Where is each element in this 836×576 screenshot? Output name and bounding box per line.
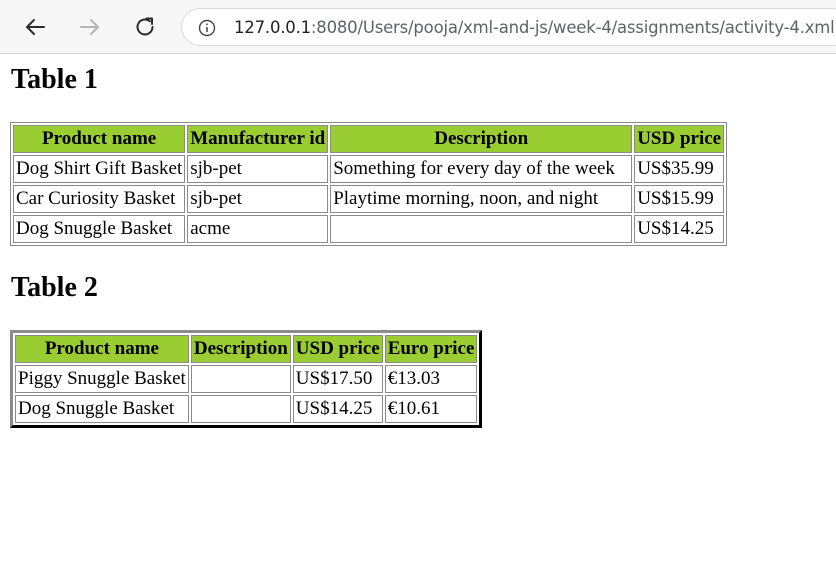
table-cell: US$35.99	[634, 155, 725, 183]
table-cell: US$17.50	[292, 365, 383, 393]
address-bar[interactable]: 127.0.0.1:8080/Users/pooja/xml-and-js/we…	[181, 8, 836, 46]
table1: Product name Manufacturer id Description…	[10, 122, 728, 246]
table-row: Dog Snuggle Basket acme US$14.25	[13, 215, 725, 243]
column-header: USD price	[292, 335, 383, 363]
table-cell: sjb-pet	[187, 155, 329, 183]
table-cell: acme	[187, 215, 329, 243]
table-cell	[190, 365, 291, 393]
table-cell: €13.03	[384, 365, 478, 393]
column-header: Description	[190, 335, 291, 363]
table-cell: Dog Snuggle Basket	[15, 395, 189, 423]
column-header: Manufacturer id	[187, 125, 329, 153]
info-icon[interactable]	[198, 19, 216, 37]
table-cell: Something for every day of the week	[330, 155, 633, 183]
column-header: Product name	[13, 125, 186, 153]
table-cell: US$14.25	[634, 215, 725, 243]
forward-button[interactable]	[74, 11, 106, 43]
back-arrow-icon	[26, 19, 45, 35]
table2-heading: Table 2	[11, 272, 98, 303]
table-cell: Dog Snuggle Basket	[13, 215, 186, 243]
table-cell: Piggy Snuggle Basket	[15, 365, 189, 393]
table2: Product name Description USD price Euro …	[10, 330, 483, 428]
table-header-row: Product name Manufacturer id Description…	[13, 125, 725, 153]
back-button[interactable]	[19, 11, 51, 43]
table-cell	[330, 215, 633, 243]
table-cell: US$15.99	[634, 185, 725, 213]
forward-arrow-icon	[80, 19, 99, 35]
column-header: Description	[330, 125, 633, 153]
url-path: :8080/Users/pooja/xml-and-js/week-4/assi…	[310, 18, 835, 37]
table-cell	[190, 395, 291, 423]
url-host: 127.0.0.1	[234, 18, 311, 37]
table-row: Dog Snuggle Basket US$14.25 €10.61	[15, 395, 478, 423]
table1-heading: Table 1	[11, 64, 98, 95]
table-row: Dog Shirt Gift Basket sjb-pet Something …	[13, 155, 725, 183]
table-cell: US$14.25	[292, 395, 383, 423]
reload-button[interactable]	[129, 11, 161, 43]
table-cell: €10.61	[384, 395, 478, 423]
table-cell: Playtime morning, noon, and night	[330, 185, 633, 213]
table-row: Piggy Snuggle Basket US$17.50 €13.03	[15, 365, 478, 393]
table-cell: sjb-pet	[187, 185, 329, 213]
reload-icon	[136, 17, 154, 36]
column-header: Product name	[15, 335, 189, 363]
browser-toolbar: 127.0.0.1:8080/Users/pooja/xml-and-js/we…	[0, 0, 836, 54]
column-header: USD price	[634, 125, 725, 153]
url-text[interactable]: 127.0.0.1:8080/Users/pooja/xml-and-js/we…	[234, 18, 835, 37]
table-row: Car Curiosity Basket sjb-pet Playtime mo…	[13, 185, 725, 213]
table-cell: Dog Shirt Gift Basket	[13, 155, 186, 183]
column-header: Euro price	[384, 335, 478, 363]
page-content: Table 1 Product name Manufacturer id Des…	[0, 54, 836, 576]
table-header-row: Product name Description USD price Euro …	[15, 335, 478, 363]
table-cell: Car Curiosity Basket	[13, 185, 186, 213]
